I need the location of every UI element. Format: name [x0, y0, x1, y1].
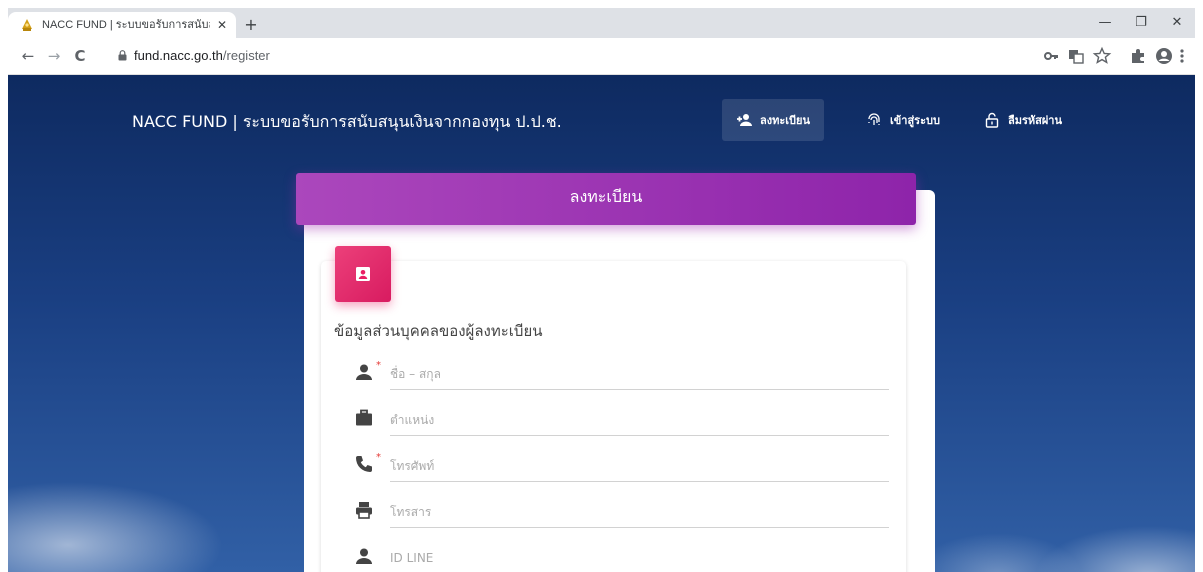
site-brand[interactable]: NACC FUND | ระบบขอรับการสนับสนุนเงินจากก… — [132, 111, 562, 133]
star-icon[interactable] — [1092, 46, 1112, 66]
person-icon — [356, 548, 372, 564]
line-id-input[interactable] — [390, 542, 889, 572]
url-path: /register — [222, 48, 270, 63]
briefcase-icon — [356, 409, 372, 426]
menu-icon[interactable] — [1176, 46, 1188, 66]
translate-icon[interactable] — [1066, 46, 1086, 66]
nav-register[interactable]: ลงทะเบียน — [722, 99, 824, 141]
url-domain: fund.nacc.go.th — [134, 48, 223, 63]
window-controls: — ❐ ✕ — [1087, 8, 1195, 38]
phone-icon — [356, 456, 372, 472]
key-icon[interactable] — [1042, 46, 1062, 66]
restore-button[interactable]: ❐ — [1123, 8, 1159, 38]
profile-icon[interactable] — [1154, 46, 1174, 66]
lock-open-icon — [985, 112, 999, 128]
contact-card-icon — [356, 267, 370, 281]
position-input[interactable] — [390, 404, 889, 436]
browser-tab[interactable]: NACC FUND | ระบบขอรับการสนับสนุนเงิน ✕ — [8, 12, 236, 38]
position-field — [354, 404, 889, 436]
back-button[interactable]: ← — [18, 46, 38, 66]
lock-icon — [118, 50, 127, 61]
section-title: ข้อมูลส่วนบุคคลของผู้ลงทะเบียน — [334, 322, 543, 340]
contact-badge — [335, 246, 391, 302]
person-icon — [356, 364, 372, 380]
nav-register-label: ลงทะเบียน — [760, 114, 810, 127]
required-mark: * — [376, 360, 381, 371]
page-content: NACC FUND | ระบบขอรับการสนับสนุนเงินจากก… — [8, 75, 1195, 572]
fax-input[interactable] — [390, 496, 889, 528]
person-add-icon — [737, 114, 752, 126]
reload-button[interactable]: C — [70, 46, 90, 66]
tab-close-icon[interactable]: ✕ — [214, 17, 230, 33]
phone-field: * — [354, 450, 889, 482]
printer-icon — [356, 502, 372, 519]
phone-input[interactable] — [390, 450, 889, 482]
new-tab-button[interactable]: + — [242, 16, 260, 34]
nav-forgot-password-label: ลืมรหัสผ่าน — [1008, 114, 1063, 127]
url-text[interactable]: fund.nacc.go.th/register — [134, 49, 270, 63]
fax-field — [354, 496, 889, 528]
required-mark: * — [376, 452, 381, 463]
nav-forgot-password[interactable]: ลืมรหัสผ่าน — [970, 99, 1076, 141]
line-id-field — [354, 542, 889, 572]
forward-button[interactable]: → — [44, 46, 64, 66]
nacc-favicon-icon — [22, 19, 32, 31]
nav-login[interactable]: เข้าสู่ระบบ — [852, 99, 954, 141]
browser-tabstrip: NACC FUND | ระบบขอรับการสนับสนุนเงิน ✕ +… — [8, 8, 1195, 38]
tab-title: NACC FUND | ระบบขอรับการสนับสนุนเงิน — [42, 19, 210, 31]
name-input[interactable] — [390, 358, 889, 390]
address-bar[interactable]: fund.nacc.go.th/register — [104, 43, 1054, 69]
browser-toolbar: ← → C fund.nacc.go.th/register — [8, 38, 1195, 75]
nav-login-label: เข้าสู่ระบบ — [890, 114, 940, 127]
extensions-icon[interactable] — [1128, 46, 1148, 66]
register-card-header: ลงทะเบียน — [296, 173, 916, 225]
name-field: * — [354, 358, 889, 390]
minimize-button[interactable]: — — [1087, 8, 1123, 38]
fingerprint-icon — [868, 113, 880, 125]
close-window-button[interactable]: ✕ — [1159, 8, 1195, 38]
